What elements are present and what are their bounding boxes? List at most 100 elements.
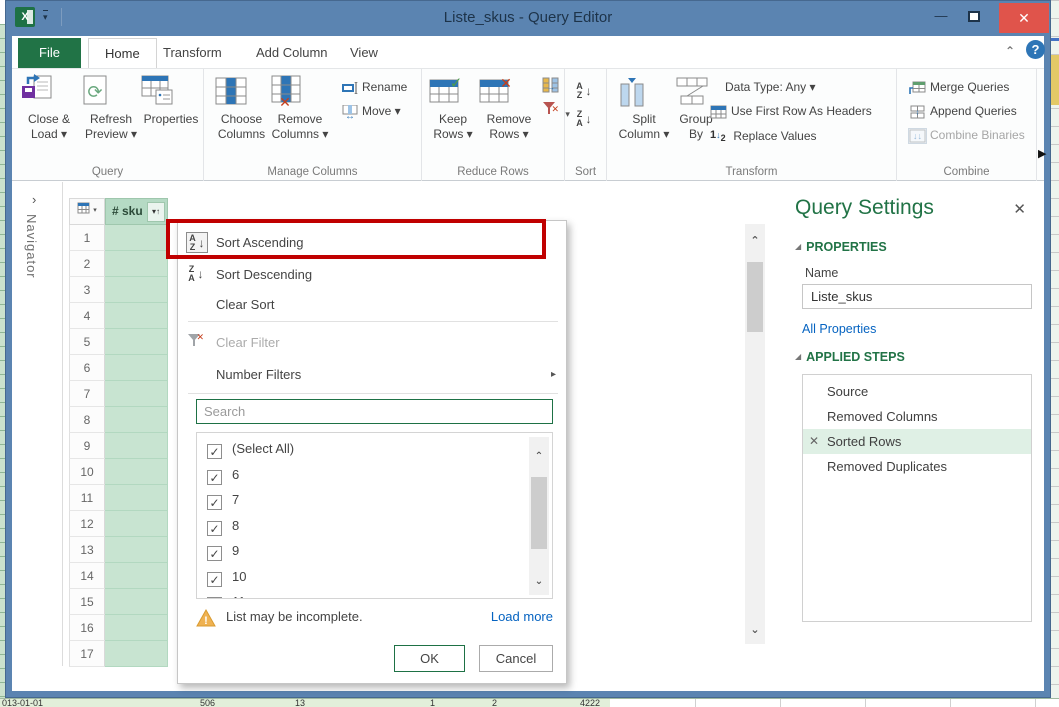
close-button[interactable]: ✕: [999, 3, 1049, 33]
append-queries-button[interactable]: ↕ Append Queries: [909, 101, 1017, 121]
navigator-pane[interactable]: › Navigator: [12, 182, 63, 666]
filter-value-row[interactable]: ✓10: [207, 564, 552, 590]
sku-cell[interactable]: [105, 537, 168, 563]
row-number[interactable]: 3: [69, 277, 105, 303]
navigator-expand-icon[interactable]: ›: [32, 192, 36, 207]
ok-button[interactable]: OK: [394, 645, 465, 672]
sku-cell[interactable]: [105, 485, 168, 511]
row-number[interactable]: 12: [69, 511, 105, 537]
maximize-button[interactable]: [960, 6, 988, 28]
scroll-down-icon[interactable]: ⌄: [745, 623, 765, 636]
sku-cell[interactable]: [105, 459, 168, 485]
sku-cell[interactable]: [105, 225, 168, 251]
sku-cell[interactable]: [105, 329, 168, 355]
data-type-button[interactable]: Data Type: Any ▾: [725, 77, 816, 97]
menu-item-sort-descending[interactable]: Z↓A Sort Descending: [178, 261, 566, 289]
replace-values-button[interactable]: 1↓2 Replace Values: [710, 125, 817, 145]
scroll-up-icon[interactable]: ⌃: [745, 234, 765, 247]
cancel-button[interactable]: Cancel: [479, 645, 553, 672]
applied-step[interactable]: ✕Removed Duplicates: [803, 454, 1031, 479]
sort-ascending-ribbon-button[interactable]: A↓Z: [575, 75, 595, 95]
filter-value-row[interactable]: ✓11: [207, 589, 552, 599]
row-number[interactable]: 17: [69, 641, 105, 667]
row-number[interactable]: 5: [69, 329, 105, 355]
checkbox-checked-icon[interactable]: ✓: [207, 597, 222, 599]
help-icon[interactable]: ?: [1026, 40, 1045, 59]
sku-cell[interactable]: [105, 251, 168, 277]
scroll-down-icon[interactable]: ⌄: [529, 576, 549, 587]
sku-cell[interactable]: [105, 641, 168, 667]
filter-search-input[interactable]: [196, 399, 553, 424]
checkbox-checked-icon[interactable]: ✓: [207, 444, 222, 459]
filter-value-row[interactable]: ✓8: [207, 513, 552, 539]
titlebar[interactable]: X ▾ Liste_skus - Query Editor — ✕: [5, 0, 1051, 36]
split-column-button[interactable]: Split Column ▾: [615, 71, 673, 159]
checkbox-checked-icon[interactable]: ✓: [207, 495, 222, 510]
row-number[interactable]: 11: [69, 485, 105, 511]
checkbox-checked-icon[interactable]: ✓: [207, 521, 222, 536]
properties-button[interactable]: Properties: [140, 71, 202, 159]
remove-rows-button[interactable]: ✕ Remove Rows ▾: [478, 71, 540, 159]
list-scrollbar[interactable]: ⌃ ⌄: [529, 437, 549, 595]
checkbox-checked-icon[interactable]: ✓: [207, 546, 222, 561]
row-number[interactable]: 13: [69, 537, 105, 563]
scrollbar-thumb[interactable]: [531, 477, 547, 549]
applied-step[interactable]: ✕Sorted Rows: [803, 429, 1031, 454]
row-number[interactable]: 15: [69, 589, 105, 615]
menu-item-number-filters[interactable]: Number Filters ▸: [178, 361, 566, 389]
query-settings-close-icon[interactable]: ✕: [1013, 200, 1026, 218]
row-number[interactable]: 1: [69, 225, 105, 251]
choose-columns-button[interactable]: Choose Columns: [214, 71, 269, 159]
rename-button[interactable]: Rename: [342, 77, 407, 97]
tab-transform[interactable]: Transform: [147, 38, 238, 68]
collapse-ribbon-icon[interactable]: ⌃: [1005, 44, 1015, 58]
sku-cell[interactable]: [105, 355, 168, 381]
remove-duplicates-button[interactable]: →: [542, 75, 564, 95]
load-more-link[interactable]: Load more: [491, 609, 553, 624]
tab-view[interactable]: View: [334, 38, 394, 68]
remove-columns-button[interactable]: ✕ Remove Columns ▾: [268, 71, 332, 159]
row-number[interactable]: 6: [69, 355, 105, 381]
merge-queries-button[interactable]: Merge Queries: [909, 77, 1009, 97]
row-number[interactable]: 7: [69, 381, 105, 407]
grid-vertical-scrollbar[interactable]: ⌃ ⌄: [745, 224, 765, 644]
sku-cell[interactable]: [105, 563, 168, 589]
sku-cell[interactable]: [105, 381, 168, 407]
query-name-input[interactable]: [802, 284, 1032, 309]
row-number[interactable]: 10: [69, 459, 105, 485]
close-and-load-button[interactable]: Close & Load ▾: [20, 71, 78, 159]
refresh-preview-button[interactable]: ⟳ Refresh Preview ▾: [80, 71, 142, 159]
menu-item-clear-sort[interactable]: Clear Sort: [178, 291, 566, 319]
row-number[interactable]: 2: [69, 251, 105, 277]
sort-descending-ribbon-button[interactable]: Z↓A: [575, 103, 595, 123]
column-header-sku[interactable]: # sku ▾↑: [105, 198, 168, 225]
delete-step-icon[interactable]: ✕: [809, 429, 819, 454]
sku-cell[interactable]: [105, 615, 168, 641]
row-number[interactable]: 16: [69, 615, 105, 641]
sku-cell[interactable]: [105, 303, 168, 329]
sku-cell[interactable]: [105, 407, 168, 433]
table-corner-button[interactable]: ▾: [69, 198, 105, 225]
checkbox-checked-icon[interactable]: ✓: [207, 470, 222, 485]
ribbon-overflow-arrow-icon[interactable]: ▶: [1038, 147, 1046, 160]
filter-value-row[interactable]: ✓(Select All): [207, 436, 552, 462]
row-number[interactable]: 14: [69, 563, 105, 589]
filter-value-row[interactable]: ✓6: [207, 462, 552, 488]
applied-step[interactable]: ✕Source: [803, 379, 1031, 404]
sku-cell[interactable]: [105, 277, 168, 303]
tab-add-column[interactable]: Add Column: [240, 38, 344, 68]
tab-file[interactable]: File: [18, 38, 81, 68]
sku-cell[interactable]: [105, 433, 168, 459]
applied-step[interactable]: ✕Removed Columns: [803, 404, 1031, 429]
scrollbar-thumb[interactable]: [747, 262, 763, 332]
scroll-up-icon[interactable]: ⌃: [529, 451, 549, 462]
move-button[interactable]: ↔ Move ▾: [342, 101, 401, 121]
applied-steps-header[interactable]: ◢APPLIED STEPS: [795, 350, 905, 364]
row-number[interactable]: 8: [69, 407, 105, 433]
keep-rows-button[interactable]: ✓ Keep Rows ▾: [428, 71, 478, 159]
sku-cell[interactable]: [105, 511, 168, 537]
checkbox-checked-icon[interactable]: ✓: [207, 572, 222, 587]
row-number[interactable]: 4: [69, 303, 105, 329]
filter-value-row[interactable]: ✓9: [207, 538, 552, 564]
use-first-row-button[interactable]: Use First Row As Headers: [710, 101, 872, 121]
